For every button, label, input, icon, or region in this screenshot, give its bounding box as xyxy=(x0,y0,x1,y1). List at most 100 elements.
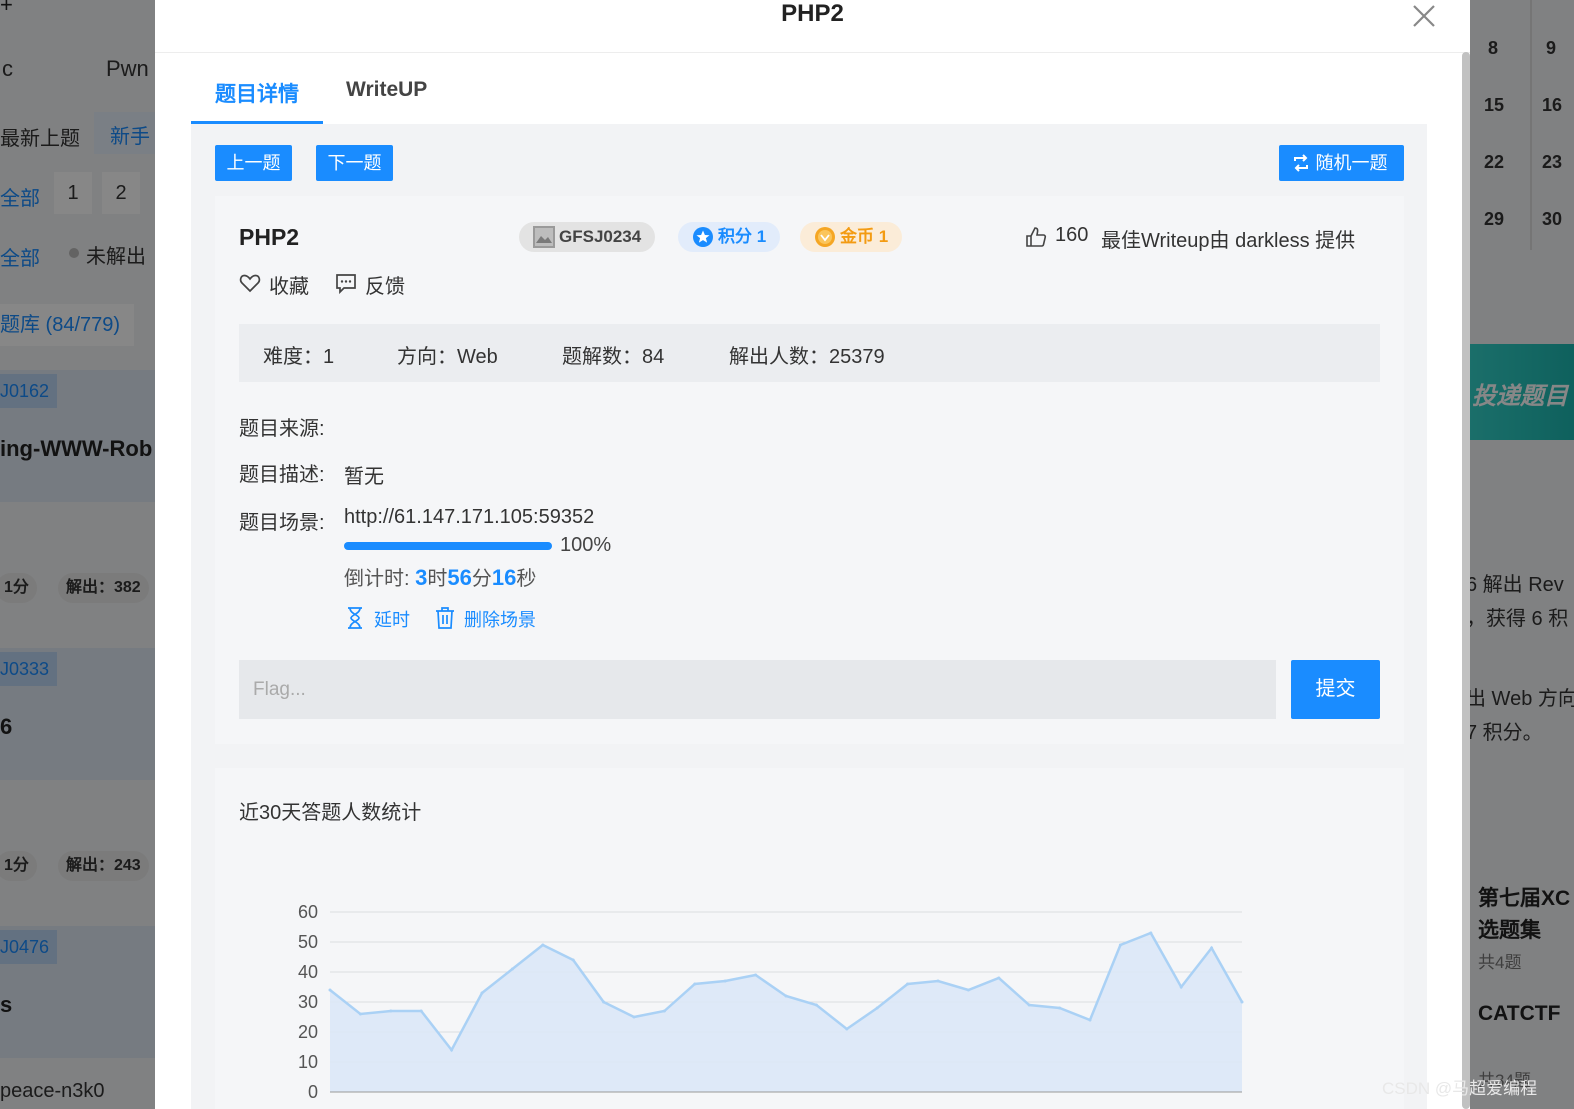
message-icon xyxy=(336,274,356,294)
description-label: 题目描述: xyxy=(239,464,325,486)
scene-progress-fill xyxy=(344,542,552,550)
close-icon[interactable] xyxy=(1409,2,1439,32)
data-point xyxy=(419,1009,423,1013)
description-value: 暂无 xyxy=(344,466,384,488)
data-point xyxy=(602,1000,606,1004)
difficulty-stat: 难度：1 xyxy=(263,346,335,368)
data-point xyxy=(389,1009,393,1013)
y-tick-label: 40 xyxy=(298,962,318,982)
score-badge: 积分 1 xyxy=(678,222,781,252)
countdown: 倒计时: 3时56分16秒 xyxy=(344,562,536,591)
data-point xyxy=(450,1048,454,1052)
heart-icon xyxy=(239,274,261,293)
problem-modal: PHP2 题目详情 WriteUP 上一题 下一题 随机一题 PHP2 GFSJ… xyxy=(155,0,1470,1109)
y-tick-label: 10 xyxy=(298,1052,318,1072)
data-point xyxy=(1179,985,1183,989)
y-tick-label: 60 xyxy=(298,902,318,922)
random-problem-button[interactable]: 随机一题 xyxy=(1279,145,1404,181)
countdown-hours: 3 xyxy=(415,565,428,590)
data-point xyxy=(814,1003,818,1007)
tab-problem-detail[interactable]: 题目详情 xyxy=(215,78,299,108)
data-point xyxy=(875,1006,879,1010)
data-point xyxy=(510,967,514,971)
data-point xyxy=(1240,1000,1244,1004)
coin-badge: 金币 1 xyxy=(800,222,903,252)
tab-writeup[interactable]: WriteUP xyxy=(346,78,427,102)
modal-header-divider xyxy=(155,52,1470,53)
direction-stat: 方向：Web xyxy=(397,346,498,368)
data-point xyxy=(723,979,727,983)
problem-id-text: GFSJ0234 xyxy=(559,227,642,246)
problem-id-badge: GFSJ0234 xyxy=(519,222,656,252)
data-point xyxy=(632,1015,636,1019)
data-point xyxy=(754,973,758,977)
data-point xyxy=(784,994,788,998)
answer-count-chart: 0 10 20 30 40 50 60 xyxy=(298,902,1244,1102)
modal-scrollbar[interactable] xyxy=(1462,52,1470,1109)
scene-label: 题目场景: xyxy=(239,512,325,534)
data-point xyxy=(1210,946,1214,950)
tab-bar: 题目详情 WriteUP xyxy=(191,58,1427,124)
score-text: 积分 1 xyxy=(718,227,767,246)
watermark: CSDN @马超爱编程 xyxy=(1382,1079,1538,1098)
trash-icon xyxy=(436,607,454,629)
source-label: 题目来源: xyxy=(239,418,325,440)
detail-panel: 上一题 下一题 随机一题 PHP2 GFSJ0234 积分 1 金币 1 160 xyxy=(191,124,1427,1109)
data-point xyxy=(328,988,332,992)
feedback-label: 反馈 xyxy=(365,276,405,298)
y-tick-label: 30 xyxy=(298,992,318,1012)
problem-name: PHP2 xyxy=(239,224,300,250)
likes-count: 160 xyxy=(1055,224,1089,246)
data-point xyxy=(1058,1006,1062,1010)
data-point xyxy=(571,958,575,962)
hourglass-icon xyxy=(348,607,362,629)
best-writeup-credit[interactable]: 最佳Writeup由 darkless 提供 xyxy=(1101,224,1355,253)
countdown-seconds-unit: 秒 xyxy=(516,568,537,590)
y-tick-label: 0 xyxy=(308,1082,318,1102)
problem-info-card: PHP2 GFSJ0234 积分 1 金币 1 160 最佳Writeup由 d… xyxy=(215,196,1404,744)
data-point xyxy=(997,976,1001,980)
next-problem-button[interactable]: 下一题 xyxy=(316,145,393,181)
coin-text: 金币 1 xyxy=(840,227,889,246)
data-point xyxy=(906,982,910,986)
y-tick-label: 50 xyxy=(298,932,318,952)
data-point xyxy=(966,988,970,992)
flag-input[interactable] xyxy=(239,660,1276,719)
star-icon xyxy=(693,227,713,247)
countdown-hours-unit: 时 xyxy=(427,568,448,590)
thumbs-up-icon xyxy=(1026,227,1047,247)
data-point xyxy=(1088,1018,1092,1022)
countdown-seconds: 16 xyxy=(491,565,517,590)
data-point xyxy=(693,982,697,986)
prev-problem-button[interactable]: 上一题 xyxy=(215,145,292,181)
shuffle-icon xyxy=(1294,154,1308,172)
data-point xyxy=(358,1012,362,1016)
countdown-minutes-unit: 分 xyxy=(471,568,492,590)
series-area xyxy=(330,933,1242,1092)
solver-count-stat: 解出人数：25379 xyxy=(729,346,885,368)
data-point xyxy=(1149,931,1153,935)
challenge-avatar-icon xyxy=(533,226,555,248)
countdown-minutes: 56 xyxy=(447,565,472,590)
data-point xyxy=(845,1027,849,1031)
writeup-count-stat: 题解数：84 xyxy=(562,346,665,368)
data-point xyxy=(936,979,940,983)
scene-progress-bar xyxy=(344,542,552,550)
extend-label: 延时 xyxy=(374,610,410,630)
random-problem-label: 随机一题 xyxy=(1315,153,1388,173)
problem-stats-bar: 难度：1 方向：Web 题解数：84 解出人数：25379 xyxy=(239,324,1380,382)
scene-url[interactable]: http://61.147.171.105:59352 xyxy=(344,506,594,529)
data-point xyxy=(480,991,484,995)
delete-scene-label: 删除场景 xyxy=(464,610,536,630)
data-point xyxy=(541,943,545,947)
data-point xyxy=(1118,943,1122,947)
data-point xyxy=(662,1009,666,1013)
stats-chart-card: 近30天答题人数统计 0 10 20 30 40 50 60 xyxy=(215,768,1404,1109)
submit-flag-button[interactable]: 提交 xyxy=(1291,660,1380,719)
modal-title: PHP2 xyxy=(781,0,844,27)
y-tick-label: 20 xyxy=(298,1022,318,1042)
countdown-prefix: 倒计时: xyxy=(344,568,416,590)
coin-icon xyxy=(815,227,835,247)
favorite-label: 收藏 xyxy=(269,276,309,298)
scene-progress-text: 100% xyxy=(560,534,612,556)
